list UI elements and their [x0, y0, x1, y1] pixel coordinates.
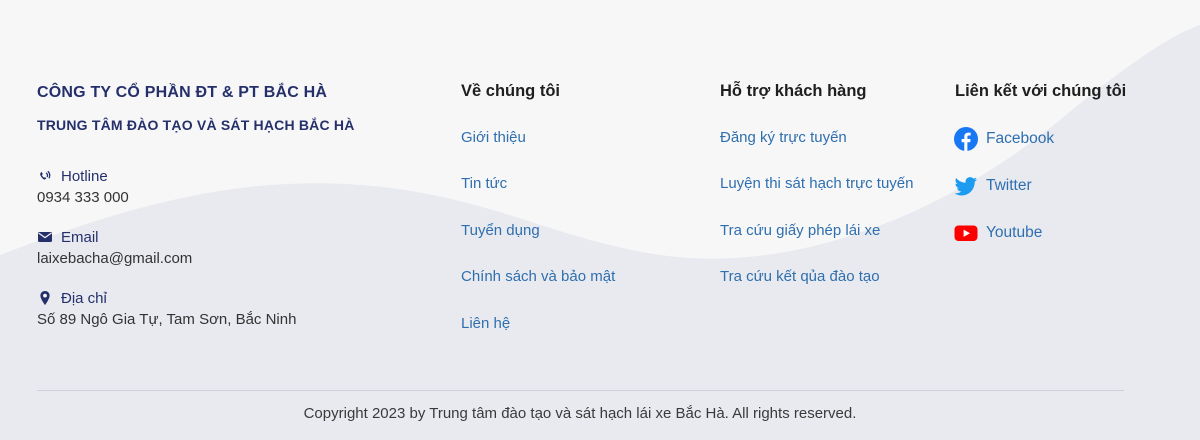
link-contact[interactable]: Liên hệ — [461, 315, 510, 332]
customer-support-title: Hỗ trợ khách hàng — [720, 82, 867, 100]
link-careers[interactable]: Tuyển dụng — [461, 222, 540, 239]
contact-address: Địa chỉ Số 89 Ngô Gia Tự, Tam Sơn, Bắc N… — [37, 289, 297, 329]
twitter-link[interactable]: Twitter — [954, 174, 1032, 198]
link-about[interactable]: Giới thiệu — [461, 129, 526, 146]
address-label: Địa chỉ — [61, 289, 107, 307]
footer-divider — [37, 390, 1124, 391]
facebook-icon — [954, 127, 978, 151]
company-name: CÔNG TY CỔ PHẦN ĐT & PT BẮC HÀ — [37, 84, 328, 101]
connect-with-us-title: Liên kết với chúng tôi — [955, 82, 1127, 100]
link-online-registration[interactable]: Đăng ký trực tuyến — [720, 129, 847, 146]
youtube-label: Youtube — [986, 224, 1043, 241]
facebook-label: Facebook — [986, 130, 1055, 147]
contact-email: Email laixebacha@gmail.com — [37, 228, 192, 268]
address-value: Số 89 Ngô Gia Tự, Tam Sơn, Bắc Ninh — [37, 311, 297, 328]
envelope-icon — [38, 232, 52, 242]
contact-hotline: Hotline 0934 333 000 — [37, 167, 129, 207]
twitter-icon — [954, 177, 977, 196]
about-us-title: Về chúng tôi — [461, 82, 560, 100]
email-value[interactable]: laixebacha@gmail.com — [37, 250, 192, 267]
map-pin-icon — [40, 291, 50, 305]
copyright-text: Copyright 2023 by Trung tâm đào tạo và s… — [303, 405, 857, 422]
link-training-results-lookup[interactable]: Tra cứu kết qủa đào tạo — [720, 268, 880, 285]
link-news[interactable]: Tin tức — [461, 175, 507, 192]
youtube-link[interactable]: Youtube — [954, 221, 1042, 245]
link-privacy-policy[interactable]: Chính sách và bảo mật — [461, 268, 615, 285]
facebook-link[interactable]: Facebook — [954, 127, 1054, 151]
training-center-name: TRUNG TÂM ĐÀO TẠO VÀ SÁT HẠCH BẮC HÀ — [37, 117, 355, 133]
link-online-practice-test[interactable]: Luyện thi sát hạch trực tuyến — [720, 175, 913, 192]
phone-volume-icon — [40, 170, 51, 180]
twitter-label: Twitter — [986, 177, 1032, 194]
hotline-value[interactable]: 0934 333 000 — [37, 189, 129, 206]
email-label: Email — [61, 228, 99, 246]
site-footer: CÔNG TY CỔ PHẦN ĐT & PT BẮC HÀ TRUNG TÂM… — [0, 0, 1200, 440]
hotline-label: Hotline — [61, 167, 108, 185]
link-license-lookup[interactable]: Tra cứu giấy phép lái xe — [720, 222, 880, 239]
youtube-icon — [954, 225, 978, 241]
